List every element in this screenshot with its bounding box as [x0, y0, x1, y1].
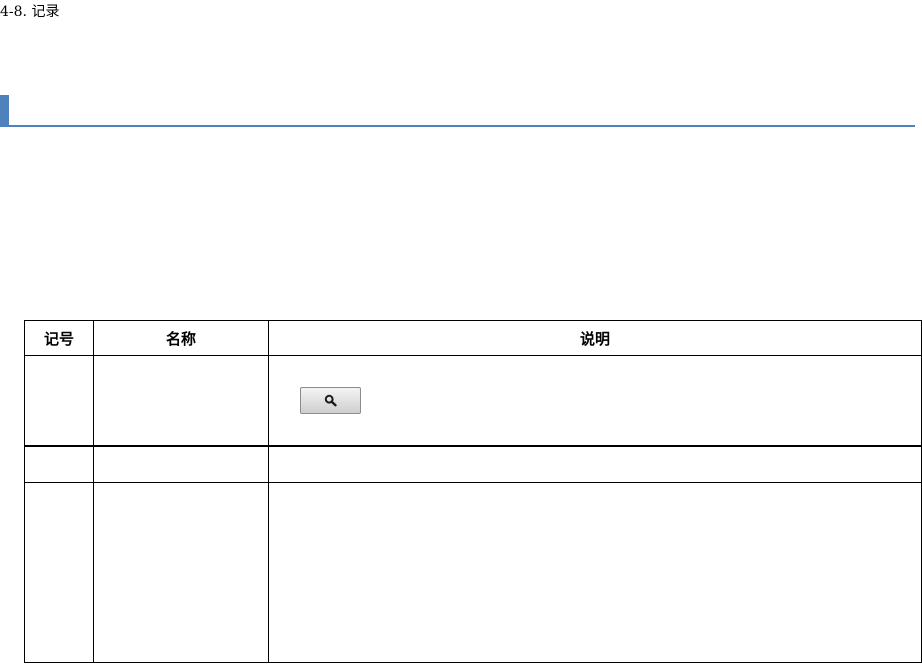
search-icon	[324, 394, 337, 407]
cell-name	[93, 482, 269, 663]
cell-code	[24, 355, 94, 447]
heading-bar	[0, 95, 915, 127]
table-row	[24, 355, 922, 447]
table-row	[24, 482, 922, 663]
heading-rule	[0, 125, 915, 127]
header-description: 说明	[268, 320, 922, 356]
cell-name	[93, 355, 269, 447]
cell-description	[268, 355, 922, 447]
cell-description	[268, 445, 922, 483]
header-name: 名称	[93, 320, 269, 356]
cell-code	[24, 445, 94, 483]
search-button[interactable]	[300, 387, 361, 414]
section-title: 4-8. 记录	[0, 4, 60, 20]
table-header-row: 记号 名称 说明	[24, 320, 922, 356]
spec-table: 记号 名称 说明	[24, 320, 922, 663]
cell-description	[268, 482, 922, 663]
header-code: 记号	[24, 320, 94, 356]
cell-name	[93, 445, 269, 483]
table-row	[24, 445, 922, 483]
heading-accent	[0, 95, 9, 126]
cell-code	[24, 482, 94, 663]
